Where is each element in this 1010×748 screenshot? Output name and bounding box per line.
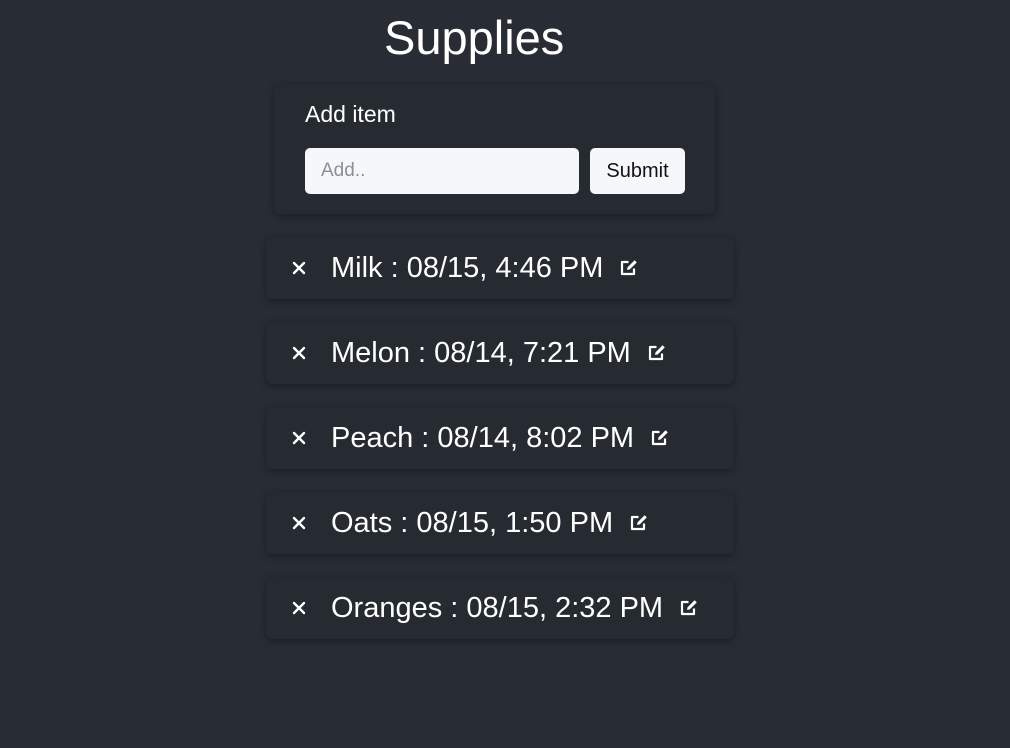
edit-icon[interactable] [619,258,639,278]
close-icon[interactable] [290,259,308,277]
edit-icon[interactable] [629,513,649,533]
page-title: Supplies [384,11,565,64]
add-item-label: Add item [305,101,396,127]
close-icon[interactable] [290,344,308,362]
list-item: Melon : 08/14, 7:21 PM [266,322,734,384]
edit-icon[interactable] [647,343,667,363]
edit-icon[interactable] [650,428,670,448]
item-label: Melon : 08/14, 7:21 PM [331,337,631,369]
submit-button[interactable]: Submit [590,148,685,194]
item-label: Milk : 08/15, 4:46 PM [331,252,604,284]
supplies-list: Milk : 08/15, 4:46 PM Melon : 08/14, 7:2… [266,237,734,662]
add-item-input[interactable] [305,148,579,194]
add-item-form: Add item Submit [274,84,715,214]
list-item: Oranges : 08/15, 2:32 PM [266,577,734,639]
list-item: Peach : 08/14, 8:02 PM [266,407,734,469]
close-icon[interactable] [290,429,308,447]
close-icon[interactable] [290,514,308,532]
edit-icon[interactable] [679,598,699,618]
item-label: Peach : 08/14, 8:02 PM [331,422,635,454]
item-label: Oats : 08/15, 1:50 PM [331,507,614,539]
list-item: Milk : 08/15, 4:46 PM [266,237,734,299]
item-label: Oranges : 08/15, 2:32 PM [331,592,664,624]
list-item: Oats : 08/15, 1:50 PM [266,492,734,554]
supplies-app: Supplies Add item Submit Milk : 08/15, 4… [0,0,1010,748]
close-icon[interactable] [290,599,308,617]
